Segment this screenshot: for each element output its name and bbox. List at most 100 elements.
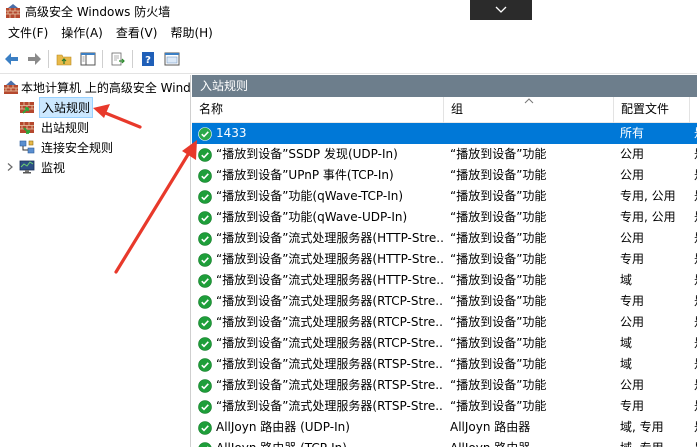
rule-name-cell: “播放到设备”流式处理服务器(RTSP-Stre... [198,375,444,396]
folder-up-icon [56,54,72,66]
enabled-check-icon [198,126,212,141]
show-hide-tree-button[interactable] [78,49,98,69]
menu-file[interactable]: 文件(F) [3,22,53,44]
table-row[interactable]: AllJoyn 路由器 (UDP-In)AllJoyn 路由器域, 专用是 [192,417,697,438]
tree-item-inbound-rules[interactable]: 入站规则 [19,96,94,118]
table-row[interactable]: “播放到设备”流式处理服务器(RTSP-Stre...“播放到设备”功能专用是 [192,396,697,417]
properties-button[interactable] [162,49,182,69]
rule-name: “播放到设备”SSDP 发现(UDP-In) [216,147,398,161]
table-row[interactable]: “播放到设备”流式处理服务器(HTTP-Stre...“播放到设备”功能专用是 [192,249,697,270]
rule-profile: 专用, 公用 [620,210,676,224]
table-row[interactable]: “播放到设备”流式处理服务器(RTCP-Stre...“播放到设备”功能公用是 [192,312,697,333]
help-button[interactable]: ? [138,49,158,69]
rule-profile: 域, 专用 [620,438,695,447]
table-row[interactable]: 1433所有是 [192,123,697,144]
export-list-button[interactable] [108,49,128,69]
panel-title: 入站规则 [192,75,697,97]
rule-profile: 域, 专用 [620,420,664,434]
connection-security-icon [19,140,35,154]
table-row[interactable]: “播放到设备”UPnP 事件(TCP-In)“播放到设备”功能公用是 [192,165,697,186]
toolbar-separator [132,50,133,68]
table-row[interactable]: “播放到设备”流式处理服务器(HTTP-Stre...“播放到设备”功能公用是 [192,228,697,249]
menu-view[interactable]: 查看(V) [111,22,163,44]
tree-item-monitoring[interactable]: 监视 [5,157,67,177]
tree-item-label: 入站规则 [39,96,94,118]
help-icon: ? [142,52,154,66]
tree-item-label: 监视 [41,160,66,175]
rule-group: “播放到设备”功能 [450,147,547,161]
rule-name: “播放到设备”流式处理服务器(RTSP-Stre... [216,399,444,413]
menu-action[interactable]: 操作(A) [56,22,108,44]
rule-name-cell: “播放到设备”功能(qWave-UDP-In) [198,207,444,228]
column-header-enabled[interactable]: 已 [690,97,697,123]
menu-bar: 文件(F) 操作(A) 查看(V) 帮助(H) [0,22,697,44]
back-button[interactable] [2,49,22,69]
enabled-check-icon [198,210,212,225]
rule-name-cell: “播放到设备”流式处理服务器(HTTP-Stre... [198,249,444,270]
table-row[interactable]: “播放到设备”流式处理服务器(RTSP-Stre...“播放到设备”功能公用是 [192,375,697,396]
tree-item-connection-security-rules[interactable]: 连接安全规则 [19,137,115,157]
minimize-button[interactable] [470,0,532,20]
forward-button[interactable] [24,49,44,69]
title-bar: 高级安全 Windows 防火墙 [0,0,697,22]
rule-name: “播放到设备”流式处理服务器(HTTP-Stre... [216,273,444,287]
rule-name: “播放到设备”功能(qWave-UDP-In) [216,210,408,224]
rules-pane: 入站规则 名称 组 配置文件 已 1433所有是 “播放到设备”SSDP 发现(U… [192,75,697,447]
rule-profile: 公用 [620,168,645,182]
rule-name: “播放到设备”流式处理服务器(RTSP-Stre... [216,357,444,371]
enabled-check-icon [198,231,212,246]
enabled-check-icon [198,378,212,393]
enabled-check-icon [198,168,212,183]
menu-help[interactable]: 帮助(H) [165,22,217,44]
rule-profile: 域 [620,336,633,350]
rule-name-cell: “播放到设备”流式处理服务器(RTCP-Stre... [198,333,444,354]
rule-profile: 专用 [620,399,645,413]
rule-profile: 公用 [620,231,645,245]
enabled-check-icon [198,189,212,204]
table-row[interactable]: “播放到设备”流式处理服务器(RTSP-Stre...“播放到设备”功能域是 [192,354,697,375]
column-header-name[interactable]: 名称 [192,97,444,123]
show-tree-icon [80,52,96,66]
enabled-check-icon [198,357,212,372]
enabled-check-icon [198,399,212,414]
rule-profile: 公用 [620,378,645,392]
enabled-check-icon [198,294,212,309]
chevron-down-icon [495,6,507,13]
enabled-check-icon [198,273,212,288]
svg-text:?: ? [145,55,151,66]
up-one-level-button[interactable] [54,49,74,69]
rule-name-cell: “播放到设备”SSDP 发现(UDP-In) [198,144,444,165]
navigation-tree: 本地计算机 上的高级安全 Windows 入站规则 出站规则 连接安全规则 [0,75,191,447]
column-header-profile[interactable]: 配置文件 [614,97,690,123]
rule-name: “播放到设备”流式处理服务器(RTCP-Stre... [216,315,444,329]
table-row[interactable]: “播放到设备”流式处理服务器(RTCP-Stre...“播放到设备”功能专用是 [192,291,697,312]
table-row[interactable]: “播放到设备”功能(qWave-TCP-In)“播放到设备”功能专用, 公用是 [192,186,697,207]
rule-name-cell: “播放到设备”流式处理服务器(RTSP-Stre... [198,354,444,375]
rule-group: “播放到设备”功能 [450,273,547,287]
table-row[interactable]: “播放到设备”流式处理服务器(RTCP-Stre...“播放到设备”功能域是 [192,333,697,354]
rule-profile: 域 [620,357,633,371]
inbound-rules-icon [20,102,34,114]
rule-group: “播放到设备”功能 [450,399,547,413]
table-row[interactable]: “播放到设备”SSDP 发现(UDP-In)“播放到设备”功能公用是 [192,144,697,165]
rule-group: “播放到设备”功能 [450,336,547,350]
column-header-row: 名称 组 配置文件 已 [192,97,697,123]
toolbar-separator [48,50,49,68]
table-row[interactable]: “播放到设备”功能(qWave-UDP-In)“播放到设备”功能专用, 公用是 [192,207,697,228]
window-title: 高级安全 Windows 防火墙 [25,5,171,19]
table-row[interactable]: AllJoyn 路由器 (TCP-In)AllJoyn 路由器域, 专用是 [192,438,697,447]
enabled-check-icon [198,420,212,435]
tree-root-label: 本地计算机 上的高级安全 Windows [21,80,191,95]
chevron-right-icon[interactable] [5,162,15,172]
toolbar: ? [0,44,697,74]
tree-root[interactable]: 本地计算机 上的高级安全 Windows [3,77,191,97]
firewall-app-icon [6,4,20,18]
sort-ascending-icon [524,98,534,104]
rule-profile: 域 [620,273,633,287]
forward-icon [28,53,41,65]
rule-group: “播放到设备”功能 [450,189,547,203]
tree-item-outbound-rules[interactable]: 出站规则 [19,117,91,137]
table-row[interactable]: “播放到设备”流式处理服务器(HTTP-Stre...“播放到设备”功能域是 [192,270,697,291]
rule-profile: 专用, 公用 [620,189,676,203]
enabled-check-icon [198,315,212,330]
